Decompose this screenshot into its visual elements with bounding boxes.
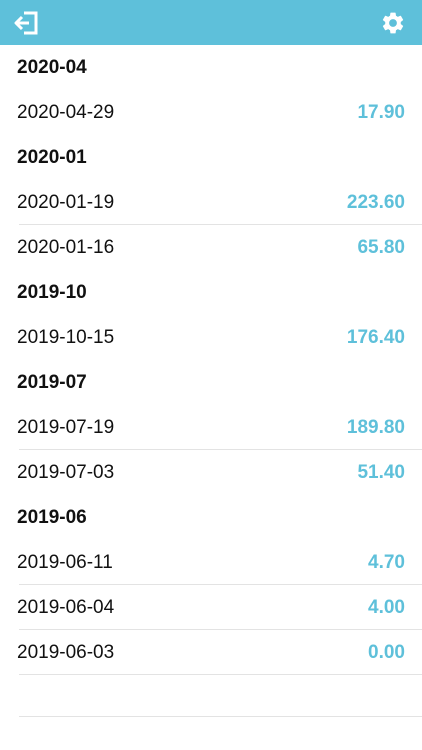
item-date: 2020-04-29 — [17, 101, 115, 123]
item-amount: 189.80 — [346, 416, 405, 438]
item-date: 2019-07-19 — [17, 416, 115, 438]
transaction-list: 2020-04 2020-04-29 17.90 2020-01 2020-01… — [0, 45, 422, 675]
item-amount: 4.70 — [368, 551, 405, 573]
exit-icon[interactable] — [10, 6, 44, 40]
item-amount: 51.40 — [357, 461, 405, 483]
top-bar — [0, 0, 422, 45]
list-item[interactable]: 2020-01-16 65.80 — [0, 225, 422, 270]
list-item[interactable]: 2019-10-15 176.40 — [0, 315, 422, 360]
list-item[interactable]: 2019-06-11 4.70 — [0, 540, 422, 585]
gear-icon[interactable] — [376, 6, 410, 40]
item-date: 2020-01-16 — [17, 236, 115, 258]
group-header: 2020-04 — [17, 56, 87, 78]
item-amount: 223.60 — [346, 191, 405, 213]
item-date: 2020-01-19 — [17, 191, 115, 213]
group-header: 2019-10 — [17, 281, 87, 303]
item-amount: 17.90 — [357, 101, 405, 123]
list-item[interactable]: 2019-06-03 0.00 — [0, 630, 422, 675]
group-header: 2020-01 — [17, 146, 87, 168]
group-header: 2019-06 — [17, 506, 87, 528]
list-item[interactable]: 2019-07-19 189.80 — [0, 405, 422, 450]
item-amount: 4.00 — [368, 596, 405, 618]
item-date: 2019-07-03 — [17, 461, 115, 483]
list-divider — [19, 716, 422, 717]
item-date: 2019-10-15 — [17, 326, 115, 348]
item-date: 2019-06-04 — [17, 596, 115, 618]
list-item[interactable]: 2020-04-29 17.90 — [0, 90, 422, 135]
item-amount: 65.80 — [357, 236, 405, 258]
list-item[interactable]: 2019-06-04 4.00 — [0, 585, 422, 630]
item-date: 2019-06-11 — [17, 551, 113, 573]
list-item[interactable]: 2020-01-19 223.60 — [0, 180, 422, 225]
group-header: 2019-07 — [17, 371, 87, 393]
item-amount: 176.40 — [346, 326, 405, 348]
item-amount: 0.00 — [368, 641, 405, 663]
item-date: 2019-06-03 — [17, 641, 115, 663]
list-item[interactable]: 2019-07-03 51.40 — [0, 450, 422, 495]
